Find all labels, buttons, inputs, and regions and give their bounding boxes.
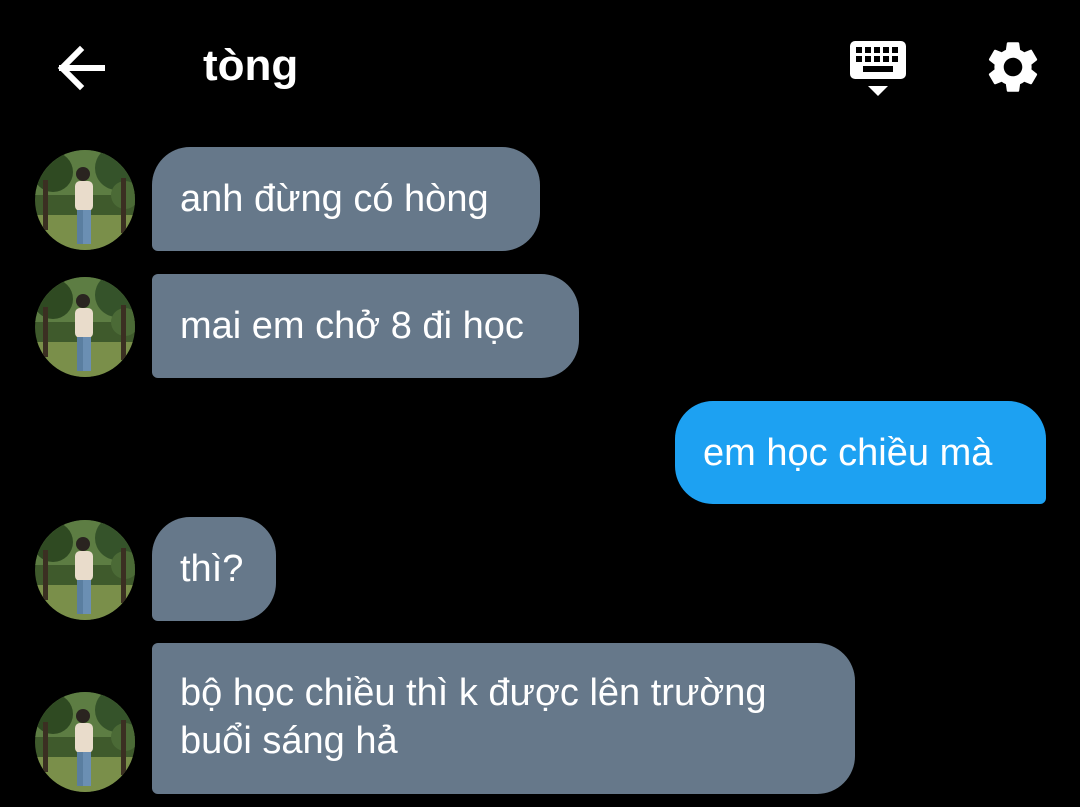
- keyboard-button[interactable]: [846, 38, 910, 102]
- arrow-left-icon: [57, 45, 105, 91]
- message-text: em học chiều mà: [703, 432, 993, 474]
- message-text: mai em chở 8 đi học: [180, 305, 524, 347]
- message-bubble-incoming[interactable]: anh đừng có hòng: [152, 147, 540, 251]
- avatar[interactable]: [35, 150, 135, 250]
- avatar[interactable]: [35, 277, 135, 377]
- keyboard-icon: [850, 41, 906, 96]
- message-text: thì?: [180, 548, 244, 590]
- message-bubble-outgoing[interactable]: em học chiều mà: [675, 401, 1046, 504]
- avatar[interactable]: [35, 692, 135, 792]
- message-text-line: buổi sáng hả: [180, 720, 398, 762]
- message-bubble-incoming[interactable]: bộ học chiều thì k được lên trường buổi …: [152, 643, 855, 794]
- chat-header: tòng: [0, 0, 1080, 130]
- message-bubble-incoming[interactable]: thì?: [152, 517, 276, 621]
- conversation-title[interactable]: tòng: [203, 38, 298, 94]
- back-button[interactable]: [50, 40, 110, 96]
- message-text: anh đừng có hòng: [180, 178, 489, 220]
- message-text-line: bộ học chiều thì k được lên trường: [180, 672, 767, 714]
- settings-button[interactable]: [982, 36, 1044, 98]
- gear-icon: [988, 42, 1038, 92]
- avatar[interactable]: [35, 520, 135, 620]
- message-bubble-incoming[interactable]: mai em chở 8 đi học: [152, 274, 579, 378]
